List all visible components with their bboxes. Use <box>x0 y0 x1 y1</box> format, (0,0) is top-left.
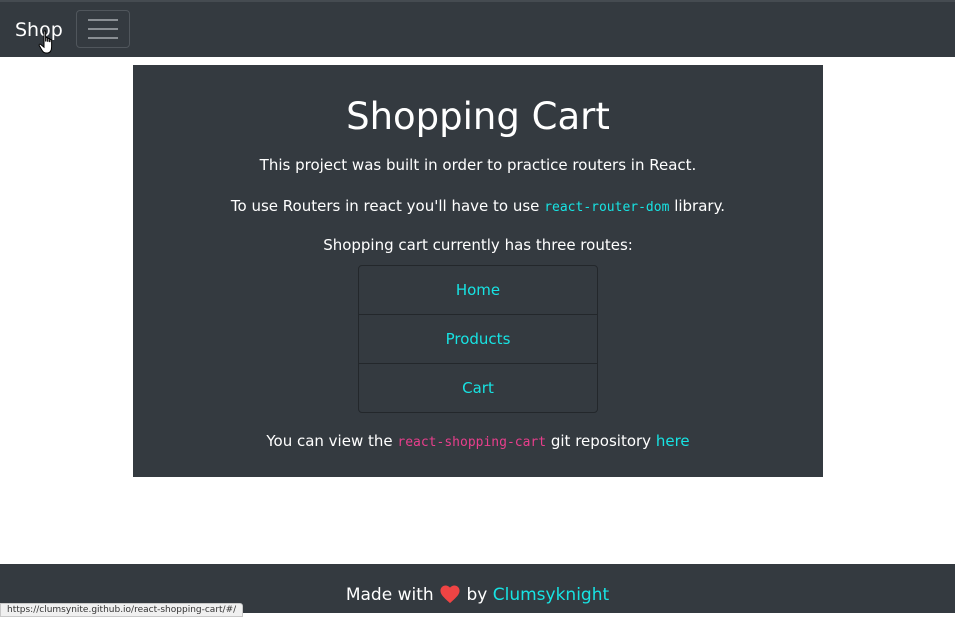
repo-prefix: You can view the <box>266 432 398 450</box>
shopping-cart-card: Shopping Cart This project was built in … <box>133 65 823 477</box>
repo-name-code: react-shopping-cart <box>397 435 547 450</box>
routes-intro-text: Shopping cart currently has three routes… <box>323 236 633 254</box>
navbar-toggler-button[interactable] <box>76 10 130 48</box>
footer-text: Made with by Clumsyknight <box>0 584 955 605</box>
repo-text: You can view the react-shopping-cart git… <box>133 431 823 453</box>
react-router-dom-code: react-router-dom <box>544 200 670 215</box>
page-title: Shopping Cart <box>346 95 610 138</box>
hamburger-menu-icon <box>88 19 118 39</box>
route-cart-link[interactable]: Cart <box>359 364 597 412</box>
repo-middle: git repository <box>546 432 656 450</box>
route-products-link[interactable]: Products <box>359 315 597 364</box>
browser-status-url: https://clumsynite.github.io/react-shopp… <box>0 603 244 617</box>
repo-here-link[interactable]: here <box>656 432 690 450</box>
routers-text: To use Routers in react you'll have to u… <box>133 196 823 218</box>
navbar: Shop <box>0 0 955 57</box>
routers-suffix: library. <box>669 197 726 215</box>
footer-middle: by <box>461 585 493 605</box>
footer-prefix: Made with <box>345 585 440 605</box>
intro-text: This project was built in order to pract… <box>259 156 697 174</box>
routers-prefix: To use Routers in react you'll have to u… <box>230 197 545 215</box>
route-home-link[interactable]: Home <box>359 266 597 315</box>
hand-pointer-cursor-icon <box>38 30 53 54</box>
heart-icon <box>440 585 460 604</box>
routes-list: Home Products Cart <box>358 265 598 413</box>
author-link[interactable]: Clumsyknight <box>493 585 609 605</box>
